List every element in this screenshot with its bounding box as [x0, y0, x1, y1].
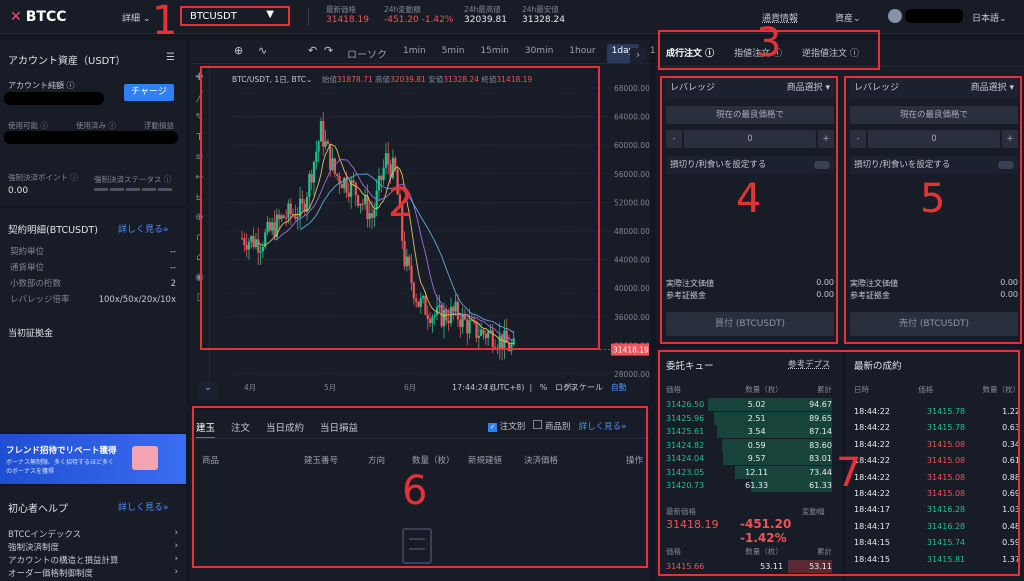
forced-point-value: 0.00: [8, 186, 29, 196]
contract-see-more-link[interactable]: 詳しく見る»: [118, 222, 169, 235]
chart-footer: 17:44:24 (UTC+8) | % ログスケール 自動: [452, 383, 627, 392]
price-tick-label: 64000.00: [614, 113, 650, 122]
price-tick-label: 36000.00: [614, 313, 650, 322]
stat-high: 24h最高値 32039.81: [464, 5, 507, 25]
contract-details-panel: 契約明細(BTCUSDT) 詳しく見る» 契約単位 -- 通貨単位 -- 小数部の桁…: [0, 208, 186, 432]
floating-label: 浮動損益: [144, 121, 174, 130]
used-label: 使用済み ⓘ: [76, 121, 116, 130]
chart-type-candle[interactable]: ローソク: [342, 44, 392, 63]
pair-selector[interactable]: BTCUSDT ▼: [180, 6, 290, 26]
interval-30min[interactable]: 30min: [520, 44, 558, 63]
price-tick-label: 68000.00: [614, 84, 650, 93]
assets-menu[interactable]: 資産⌄: [835, 11, 861, 24]
help-item[interactable]: オーダー価格制御制度 ›: [8, 567, 178, 580]
banner-title: フレンド招待でリベート獲得: [6, 446, 117, 456]
month-tick-label: 6月: [404, 383, 416, 392]
stat-last: 最新価格 31418.19: [326, 5, 369, 25]
assets-title: アカウント資産（USDT）: [8, 56, 126, 67]
percent-toggle[interactable]: %: [540, 383, 548, 392]
forced-point-label: 強制決済ポイント ⓘ: [8, 173, 78, 182]
stat-low: 24h最安値 31328.24: [522, 5, 565, 25]
account-assets-panel: アカウント資産（USDT） ☰ アカウント純額 ⓘ チャージ 使用可能 ⓘ 使用…: [0, 40, 186, 206]
help-item[interactable]: BTCCインデックス ›: [8, 528, 178, 541]
chart-toolbar: ⊕ ∿ ↶ ↷ ローソク 1min 5min 15min 30min 1hour…: [190, 40, 679, 64]
annotation-number-4: 4: [736, 176, 762, 222]
chart-time: 17:44:24 (UTC+8): [452, 383, 525, 392]
forced-status-label: 強制決済ステータス ⓘ: [94, 175, 172, 184]
chevron-down-icon: ⌄: [142, 14, 151, 24]
contract-title: 契約明細(BTCUSDT): [8, 225, 98, 236]
annotation-number-3: 3: [756, 20, 782, 66]
undo-icon[interactable]: ↶: [308, 44, 317, 57]
banner-subtitle: ボーナス無制限、多く招待するほど多くのボーナスを獲得: [6, 459, 115, 475]
collapse-down-icon[interactable]: ⌄: [198, 382, 218, 400]
annotation-number-1: 1: [152, 0, 178, 44]
caret-down-icon: ▼: [266, 9, 274, 20]
referral-banner[interactable]: フレンド招待でリベート獲得 ボーナス無制限、多く招待するほど多くのボーナスを獲得: [0, 434, 186, 484]
balance-redacted: [4, 92, 104, 105]
logo-x-icon: ✕: [10, 9, 22, 25]
contract-row: 小数部の桁数 2: [10, 279, 176, 289]
help-item[interactable]: アカウントの構造と損益計算 ›: [8, 554, 178, 567]
price-tick-label: 48000.00: [614, 227, 650, 236]
interval-1min[interactable]: 1min: [398, 44, 431, 63]
price-tick-label: 60000.00: [614, 141, 650, 150]
username-redacted[interactable]: [905, 9, 963, 23]
contract-row: レバレッジ倍率 100x/50x/20x/10x: [10, 295, 176, 305]
contract-row: 通貨単位 --: [10, 263, 176, 273]
help-item[interactable]: 強制決済制度 ›: [8, 541, 178, 554]
annotation-number-2: 2: [388, 180, 414, 226]
list-icon[interactable]: ☰: [166, 52, 175, 63]
language-menu[interactable]: 日本語⌄: [972, 11, 1007, 24]
avatar[interactable]: [888, 9, 902, 23]
account-balance-label: アカウント純額 ⓘ: [8, 81, 75, 90]
price-tick-label: 28000.00: [614, 370, 650, 379]
log-scale-toggle[interactable]: ログスケール: [555, 383, 603, 392]
interval-1hour[interactable]: 1hour: [564, 44, 600, 63]
annotation-number-5: 5: [920, 176, 946, 222]
charge-button[interactable]: チャージ: [124, 84, 174, 101]
interval-5min[interactable]: 5min: [437, 44, 470, 63]
btcc-logo[interactable]: ✕ BTCC: [10, 9, 67, 25]
price-tick-label: 56000.00: [614, 170, 650, 179]
annotation-number-7: 7: [836, 450, 862, 496]
details-menu[interactable]: 詳細 ⌄: [122, 11, 150, 24]
annotation-number-6: 6: [402, 468, 428, 514]
month-tick-label: 4月: [244, 383, 256, 392]
indicator-icon[interactable]: ∿: [258, 44, 267, 57]
status-bar: [94, 188, 172, 191]
gift-icon: [132, 446, 158, 470]
stat-change: 24h変動額 -451.20 -1.42%: [384, 5, 454, 25]
auto-scale-toggle[interactable]: 自動: [611, 383, 627, 392]
interval-15min[interactable]: 15min: [475, 44, 513, 63]
help-title: 初心者ヘルプ: [8, 504, 68, 515]
expand-right-icon[interactable]: ›: [630, 48, 646, 64]
usable-label: 使用可能 ⓘ: [8, 121, 48, 130]
current-price-label: 31418.19: [613, 346, 649, 355]
contract-row: 契約単位 --: [10, 247, 176, 257]
help-panel: 初心者ヘルプ 詳しく見る» BTCCインデックス › 強制決済制度 › アカウントの…: [0, 486, 186, 581]
values-redacted: [4, 131, 178, 144]
price-tick-label: 40000.00: [614, 284, 650, 293]
initial-margin-label: 当初証拠金: [8, 329, 54, 339]
help-see-more-link[interactable]: 詳しく見る»: [118, 500, 169, 513]
price-tick-label: 44000.00: [614, 256, 650, 265]
month-tick-label: 5月: [324, 383, 336, 392]
price-tick-label: 52000.00: [614, 198, 650, 207]
redo-icon[interactable]: ↷: [324, 44, 333, 57]
add-icon[interactable]: ⊕: [234, 44, 243, 57]
